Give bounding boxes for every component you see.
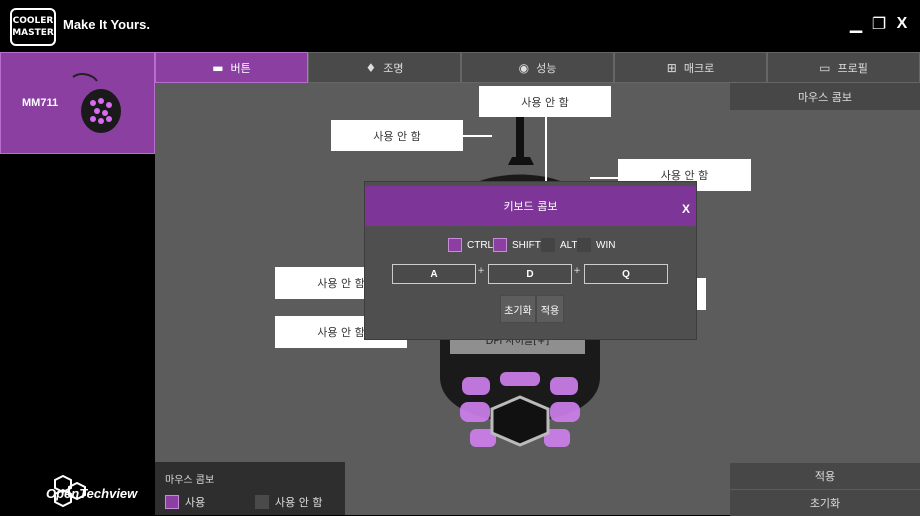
leader-line	[545, 117, 547, 181]
option-use-box[interactable]	[165, 495, 179, 509]
dialog-close-button[interactable]: X	[682, 202, 690, 216]
tab-label: 매크로	[683, 61, 715, 75]
maximize-button[interactable]: ❐	[869, 14, 889, 34]
dialog-reset-button[interactable]: 초기화	[500, 295, 536, 323]
checkbox-shift[interactable]	[493, 238, 507, 252]
modifier-ctrl[interactable]: CTRL	[448, 237, 493, 253]
modifier-label: ALT	[560, 239, 578, 251]
slogan: Make It Yours.	[63, 17, 150, 32]
modifier-alt[interactable]: ALT	[541, 237, 578, 253]
mouse-combo-title: 마우스 콤보	[165, 475, 215, 486]
sidebar: MM711	[0, 52, 155, 515]
plus-separator: +	[573, 266, 581, 276]
tab-label: 프로필	[837, 61, 868, 75]
brand-text: OpenTechview	[46, 486, 138, 501]
key-field-3[interactable]: Q	[584, 264, 668, 284]
dialog-apply-button[interactable]: 적용	[536, 295, 564, 323]
tab-lighting[interactable]: ♦ 조명	[308, 52, 461, 83]
modifier-label: SHIFT	[512, 239, 541, 251]
option-not-use-label: 사용 안 함	[275, 496, 323, 509]
logo-line2: MASTER	[12, 28, 54, 38]
dpi-cycle-label[interactable]: DPI 사이클[+]	[450, 338, 585, 354]
device-card-mm711[interactable]: MM711	[0, 52, 155, 154]
close-button[interactable]: X	[892, 14, 912, 34]
option-not-use[interactable]: 사용 안 함	[255, 494, 322, 510]
reset-button[interactable]: 초기화	[730, 490, 920, 516]
tab-profile[interactable]: ▭ 프로필	[767, 52, 920, 83]
option-use-label: 사용	[185, 496, 206, 509]
button-assignment-2[interactable]: 사용 안 함	[331, 120, 463, 151]
checkbox-ctrl[interactable]	[448, 238, 462, 252]
dialog-title: 키보드 콤보	[503, 200, 558, 213]
title-bar: COOLER MASTER Make It Yours. ▁ ❐ X	[0, 0, 920, 52]
modifier-label: WIN	[596, 239, 616, 251]
macro-icon: ⊞	[666, 60, 677, 75]
option-use[interactable]: 사용	[165, 494, 205, 510]
keyboard-combo-dialog: 키보드 콤보 X CTRL SHIFT ALT WIN A + D + Q 초기…	[364, 181, 697, 340]
leader-line	[590, 177, 618, 179]
dialog-header: 키보드 콤보 X	[365, 186, 696, 226]
gauge-icon: ◉	[518, 60, 530, 75]
checkbox-win[interactable]	[577, 238, 591, 252]
tab-buttons[interactable]: ▬ 버튼	[155, 52, 308, 83]
tab-performance[interactable]: ◉ 성능	[461, 52, 614, 83]
modifier-label: CTRL	[467, 239, 494, 251]
logo-line1: COOLER	[12, 16, 54, 26]
profile-icon: ▭	[819, 60, 831, 75]
tab-label: 버튼	[230, 61, 251, 75]
key-field-1[interactable]: A	[392, 264, 476, 284]
checkbox-alt[interactable]	[541, 238, 555, 252]
apply-button[interactable]: 적용	[730, 463, 920, 489]
tab-bar: ▬ 버튼 ♦ 조명 ◉ 성능 ⊞ 매크로 ▭ 프로필	[155, 52, 920, 83]
modifier-win[interactable]: WIN	[577, 237, 615, 253]
key-field-2[interactable]: D	[488, 264, 572, 284]
tab-macro[interactable]: ⊞ 매크로	[614, 52, 767, 83]
device-label: MM711	[22, 97, 59, 109]
modifier-shift[interactable]: SHIFT	[493, 237, 541, 253]
plus-separator: +	[477, 266, 485, 276]
leader-line	[462, 135, 492, 137]
option-not-use-box[interactable]	[255, 495, 269, 509]
mouse-combo-panel: 마우스 콤보 사용 사용 안 함	[155, 462, 345, 515]
tab-label: 성능	[536, 61, 557, 75]
cooler-master-logo: COOLER MASTER	[10, 8, 56, 46]
minimize-button[interactable]: ▁	[846, 14, 866, 34]
tab-label: 조명	[383, 61, 404, 75]
button-assignment-1[interactable]: 사용 안 함	[479, 86, 611, 117]
mouse-thumbnail-icon	[72, 73, 121, 133]
bulb-icon: ♦	[365, 60, 377, 75]
mouse-icon: ▬	[212, 60, 224, 75]
mouse-combo-button[interactable]: 마우스 콤보	[730, 83, 920, 110]
